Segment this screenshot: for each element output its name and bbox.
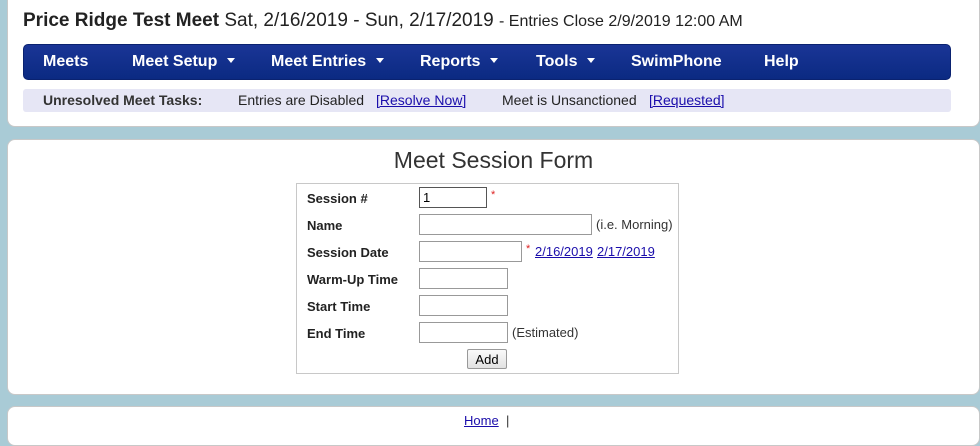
footer-separator: | (506, 413, 510, 428)
unsanctioned-text: Meet is Unsanctioned (502, 92, 637, 108)
session-name-input[interactable] (419, 214, 592, 235)
end-time-hint: (Estimated) (512, 325, 579, 340)
nav-label: Tools (536, 53, 578, 70)
form-title: Meet Session Form (393, 147, 594, 173)
session-number-input[interactable] (419, 187, 487, 208)
caret-down-icon (227, 58, 236, 64)
nav-meets[interactable]: Meets (43, 45, 88, 79)
end-row: End Time (Estimated) (297, 322, 678, 344)
caret-down-icon (587, 58, 596, 64)
end-time-input[interactable] (419, 322, 508, 343)
unresolved-tasks-bar: Unresolved Meet Tasks: Entries are Disab… (23, 89, 951, 112)
start-time-input[interactable] (419, 295, 508, 316)
entries-close: - Entries Close 2/9/2019 12:00 AM (499, 13, 743, 30)
session-row: Session # * (297, 187, 678, 209)
meet-name: Price Ridge Test Meet (23, 10, 220, 31)
start-row: Start Time (297, 295, 678, 317)
nav-label: Reports (420, 53, 481, 70)
nav-meet-entries[interactable]: Meet Entries (271, 45, 385, 79)
nav-label: Meet Entries (271, 53, 367, 70)
resolve-now-link[interactable]: [Resolve Now] (376, 89, 466, 112)
nav-label: SwimPhone (631, 53, 722, 70)
start-time-label: Start Time (307, 299, 371, 314)
tasks-label: Unresolved Meet Tasks: (43, 92, 203, 108)
nav-reports[interactable]: Reports (420, 45, 499, 79)
meet-title: Price Ridge Test Meet Sat, 2/16/2019 - S… (23, 10, 743, 32)
warmup-time-input[interactable] (419, 268, 508, 289)
date-option-link[interactable]: 2/16/2019 (535, 244, 593, 259)
date-row: Session Date * 2/16/2019 2/17/2019 (297, 241, 678, 263)
required-mark: * (491, 189, 496, 201)
home-link[interactable]: Home (464, 413, 499, 428)
session-date-input[interactable] (419, 241, 522, 262)
date-option-link[interactable]: 2/17/2019 (597, 244, 655, 259)
form-panel: Meet Session Form Session # * Name (i.e.… (7, 139, 980, 395)
end-time-label: End Time (307, 326, 366, 341)
header-panel: Price Ridge Test Meet Sat, 2/16/2019 - S… (7, 0, 980, 127)
nav-swimphone[interactable]: SwimPhone (631, 45, 722, 79)
add-button[interactable]: Add (467, 349, 507, 369)
meet-dates: Sat, 2/16/2019 - Sun, 2/17/2019 (224, 10, 494, 31)
name-hint: (i.e. Morning) (596, 217, 673, 232)
required-mark: * (526, 243, 531, 255)
warmup-time-label: Warm-Up Time (307, 272, 399, 287)
nav-label: Meet Setup (132, 53, 218, 70)
nav-help[interactable]: Help (764, 45, 799, 79)
caret-down-icon (376, 58, 385, 64)
nav-tools[interactable]: Tools (536, 45, 596, 79)
nav-meet-setup[interactable]: Meet Setup (132, 45, 236, 79)
caret-down-icon (490, 58, 499, 64)
name-label: Name (307, 218, 343, 233)
entries-disabled-text: Entries are Disabled (238, 92, 365, 108)
nav-label: Help (764, 53, 799, 70)
name-row: Name (i.e. Morning) (297, 214, 678, 236)
session-form: Session # * Name (i.e. Morning) Session … (296, 183, 679, 374)
session-label: Session # (307, 191, 368, 206)
footer-panel: Home | (7, 406, 980, 446)
main-nav: Meets Meet Setup Meet Entries Reports To… (23, 44, 951, 80)
nav-label: Meets (43, 53, 89, 70)
warmup-row: Warm-Up Time (297, 268, 678, 290)
session-date-label: Session Date (307, 245, 389, 260)
requested-link[interactable]: [Requested] (649, 89, 725, 112)
